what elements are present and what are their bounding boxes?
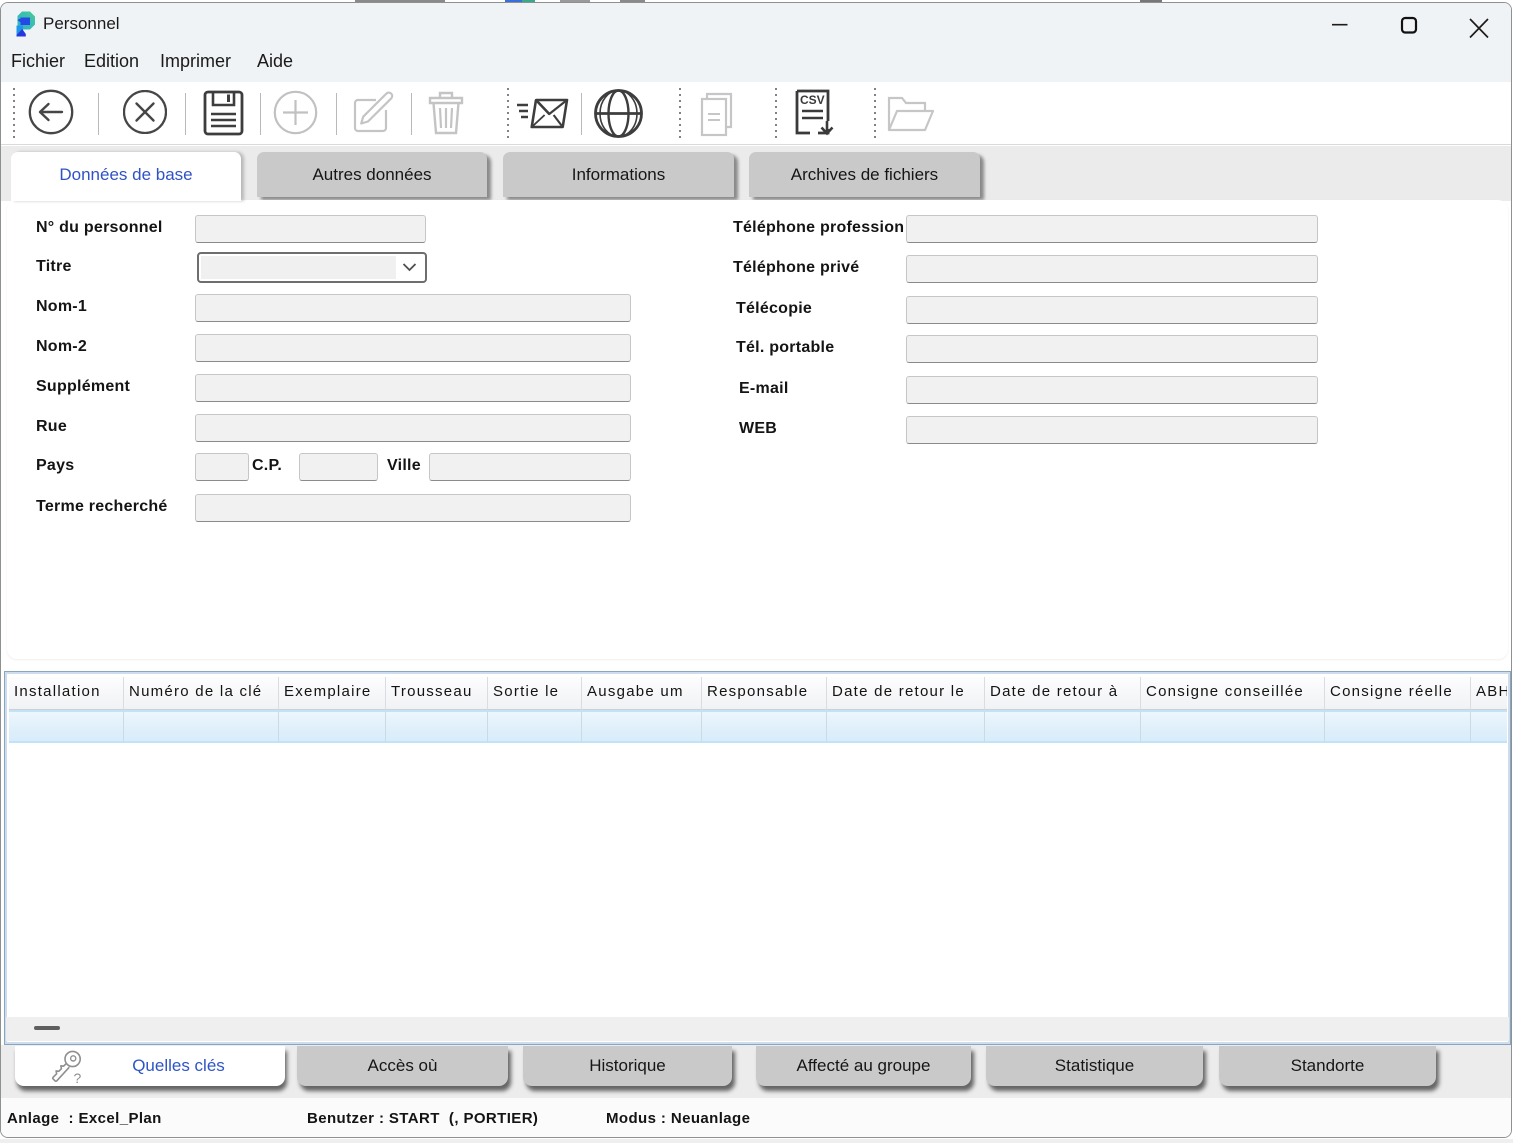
svg-text:CSV: CSV [800, 93, 825, 107]
svg-text:?: ? [74, 1070, 82, 1086]
